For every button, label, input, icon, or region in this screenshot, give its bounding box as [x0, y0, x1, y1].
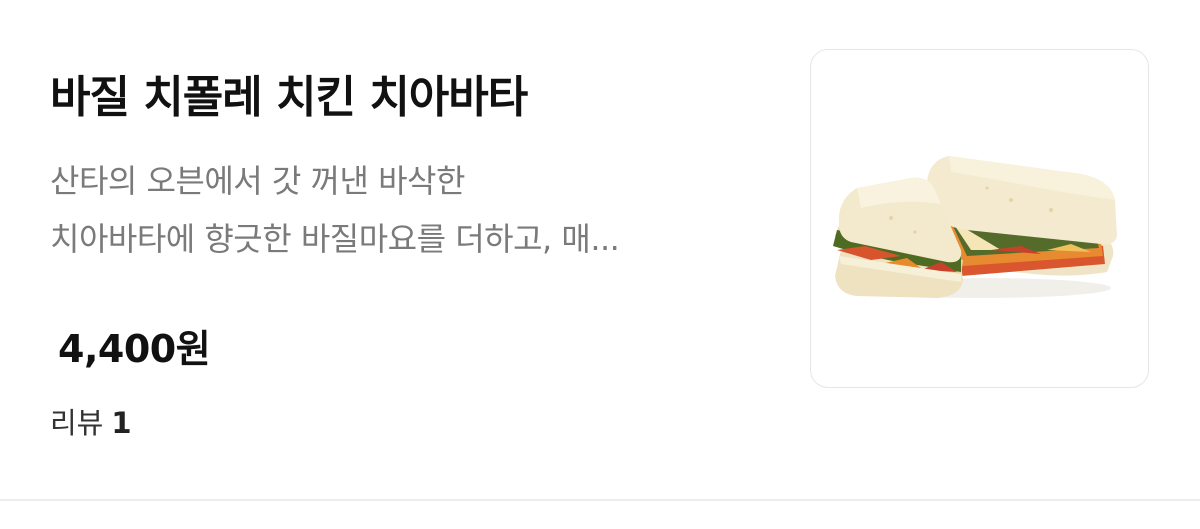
description-line: 치아바타에 향긋한 바질마요를 더하고, 매... — [50, 220, 620, 258]
sandwich-photo-icon — [833, 156, 1117, 298]
menu-item-price: 4,400원 — [58, 327, 211, 371]
menu-item-image[interactable] — [810, 49, 1149, 388]
menu-item-card[interactable]: 바질 치폴레 치킨 치아바타 산타의 오븐에서 갓 꺼낸 바삭한 치아바타에 향… — [0, 0, 1200, 500]
review-label: 리뷰 — [50, 406, 104, 440]
review-number: 1 — [111, 406, 132, 440]
divider — [0, 499, 1200, 501]
menu-item-description: 산타의 오븐에서 갓 꺼낸 바삭한 치아바타에 향긋한 바질마요를 더하고, 매… — [50, 152, 780, 268]
description-line: 산타의 오븐에서 갓 꺼낸 바삭한 — [50, 162, 465, 200]
review-count: 리뷰 1 — [50, 400, 132, 442]
menu-item-info: 바질 치폴레 치킨 치아바타 산타의 오븐에서 갓 꺼낸 바삭한 치아바타에 향… — [50, 66, 790, 268]
menu-item-title: 바질 치폴레 치킨 치아바타 — [50, 72, 528, 123]
